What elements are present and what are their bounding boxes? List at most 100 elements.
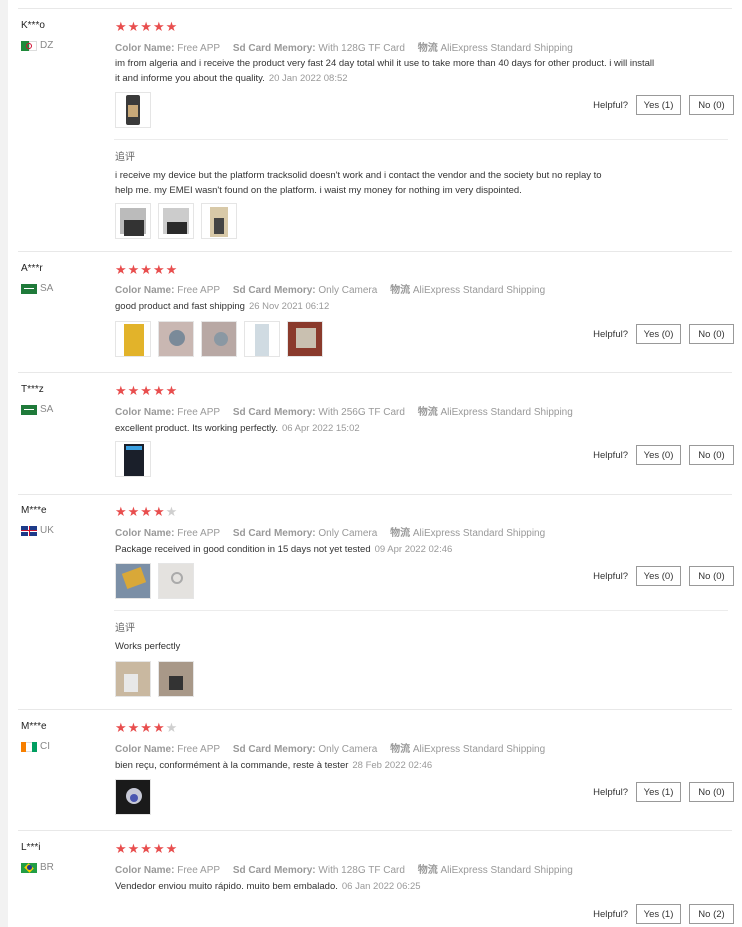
helpful-no-button[interactable]: No (0)	[689, 566, 734, 586]
brazil-flag-icon	[21, 862, 37, 873]
star-icon: ★★★★★	[115, 383, 179, 398]
helpful-label: Helpful?	[593, 786, 628, 798]
review-divider	[18, 494, 732, 495]
helpful-no-button[interactable]: No (0)	[689, 445, 734, 465]
review-divider	[18, 251, 732, 252]
helpful-votes: Helpful? Yes (0) No (0)	[593, 324, 734, 344]
page-left-gutter	[0, 0, 8, 927]
star-icon: ★★★★★	[115, 262, 179, 277]
reviewer-name: M***e	[21, 505, 47, 516]
helpful-no-button[interactable]: No (0)	[689, 782, 734, 802]
review-photo-thumbnail[interactable]	[287, 321, 323, 357]
star-rating: ★★★★★	[115, 20, 178, 34]
review-text: bien reçu, conformément à la commande, r…	[115, 760, 433, 771]
review-text: Package received in good condition in 15…	[115, 544, 453, 555]
reviewer-country: DZ	[21, 40, 53, 51]
country-code: SA	[40, 404, 54, 415]
review-photo-thumbnail[interactable]	[244, 321, 280, 357]
review-photo-thumbnail[interactable]	[115, 441, 151, 477]
star-icon: ★★★★★	[115, 841, 179, 856]
country-code: BR	[40, 862, 54, 873]
helpful-no-button[interactable]: No (0)	[689, 324, 734, 344]
review-photo-thumbnail[interactable]	[158, 203, 194, 239]
star-icon: ★★★★	[115, 504, 166, 519]
review-photo-thumbnail[interactable]	[201, 203, 237, 239]
country-code: UK	[40, 525, 54, 536]
reviewer-name: A***r	[21, 263, 43, 274]
review-photos	[115, 563, 194, 599]
review-photo-thumbnail[interactable]	[115, 661, 151, 697]
reviewer-name: M***e	[21, 721, 47, 732]
review-photo-thumbnail[interactable]	[158, 661, 194, 697]
helpful-label: Helpful?	[593, 99, 628, 111]
review-text: Vendedor enviou muito rápido. muito bem …	[115, 881, 421, 892]
country-code: DZ	[40, 40, 54, 51]
helpful-yes-button[interactable]: Yes (0)	[636, 324, 681, 344]
helpful-yes-button[interactable]: Yes (0)	[636, 566, 681, 586]
followup-divider	[114, 139, 728, 140]
review-date: 09 Apr 2022 02:46	[374, 544, 453, 555]
algeria-flag-icon	[21, 40, 37, 51]
review-photos	[115, 441, 151, 477]
review-date: 06 Jan 2022 06:25	[341, 881, 421, 892]
review-attributes: Color Name: Free APP Sd Card Memory: Wit…	[115, 407, 573, 418]
review-attributes: Color Name: Free APP Sd Card Memory: Onl…	[115, 744, 546, 755]
country-code: SA	[40, 283, 54, 294]
reviewer-country: SA	[21, 404, 53, 415]
review-photo-thumbnail[interactable]	[158, 563, 194, 599]
helpful-yes-button[interactable]: Yes (1)	[636, 95, 681, 115]
review-divider	[18, 830, 732, 831]
reviewer-name: L***i	[21, 842, 41, 853]
followup-text: i receive my device but the platform tra…	[115, 170, 602, 196]
star-rating: ★★★★★	[115, 263, 178, 277]
review-attributes: Color Name: Free APP Sd Card Memory: Onl…	[115, 528, 546, 539]
review-date: 20 Jan 2022 08:52	[268, 73, 348, 84]
review-photo-thumbnail[interactable]	[201, 321, 237, 357]
helpful-label: Helpful?	[593, 449, 628, 461]
review-photo-thumbnail[interactable]	[115, 321, 151, 357]
followup-label: 追评	[115, 152, 135, 163]
star-rating: ★★★★★	[115, 505, 178, 519]
review-attributes: Color Name: Free APP Sd Card Memory: Wit…	[115, 865, 573, 876]
helpful-yes-button[interactable]: Yes (1)	[636, 904, 681, 924]
reviewer-name: T***z	[21, 384, 44, 395]
helpful-votes: Helpful? Yes (0) No (0)	[593, 566, 734, 586]
followup-divider	[114, 610, 728, 611]
helpful-yes-button[interactable]: Yes (0)	[636, 445, 681, 465]
review-photos	[115, 92, 151, 128]
followup-photos	[115, 661, 194, 697]
country-code: CI	[40, 741, 50, 752]
uk-flag-icon	[21, 525, 37, 536]
review-date: 26 Nov 2021 06:12	[248, 301, 330, 312]
review-divider	[18, 8, 732, 9]
review-photo-thumbnail[interactable]	[158, 321, 194, 357]
star-rating: ★★★★★	[115, 721, 178, 735]
saudi-flag-icon	[21, 283, 37, 294]
ivory-coast-flag-icon	[21, 741, 37, 752]
helpful-votes: Helpful? Yes (0) No (0)	[593, 445, 734, 465]
star-empty-icon: ★	[165, 720, 179, 735]
review-photos	[115, 779, 151, 815]
helpful-label: Helpful?	[593, 570, 628, 582]
helpful-label: Helpful?	[593, 328, 628, 340]
star-rating: ★★★★★	[115, 384, 178, 398]
review-photo-thumbnail[interactable]	[115, 203, 151, 239]
review-photo-thumbnail[interactable]	[115, 92, 151, 128]
helpful-votes: Helpful? Yes (1) No (2)	[593, 904, 734, 924]
review-photo-thumbnail[interactable]	[115, 779, 151, 815]
star-empty-icon: ★	[165, 504, 179, 519]
reviewer-country: BR	[21, 862, 54, 873]
helpful-no-button[interactable]: No (0)	[689, 95, 734, 115]
helpful-votes: Helpful? Yes (1) No (0)	[593, 95, 734, 115]
review-photo-thumbnail[interactable]	[115, 563, 151, 599]
saudi-flag-icon	[21, 404, 37, 415]
review-photos	[115, 321, 323, 357]
helpful-yes-button[interactable]: Yes (1)	[636, 782, 681, 802]
review-divider	[18, 372, 732, 373]
review-text: excellent product. Its working perfectly…	[115, 423, 360, 434]
review-attributes: Color Name: Free APP Sd Card Memory: Wit…	[115, 43, 573, 54]
star-rating: ★★★★★	[115, 842, 178, 856]
reviewer-name: K***o	[21, 20, 45, 31]
helpful-no-button[interactable]: No (2)	[689, 904, 734, 924]
review-divider	[18, 709, 732, 710]
